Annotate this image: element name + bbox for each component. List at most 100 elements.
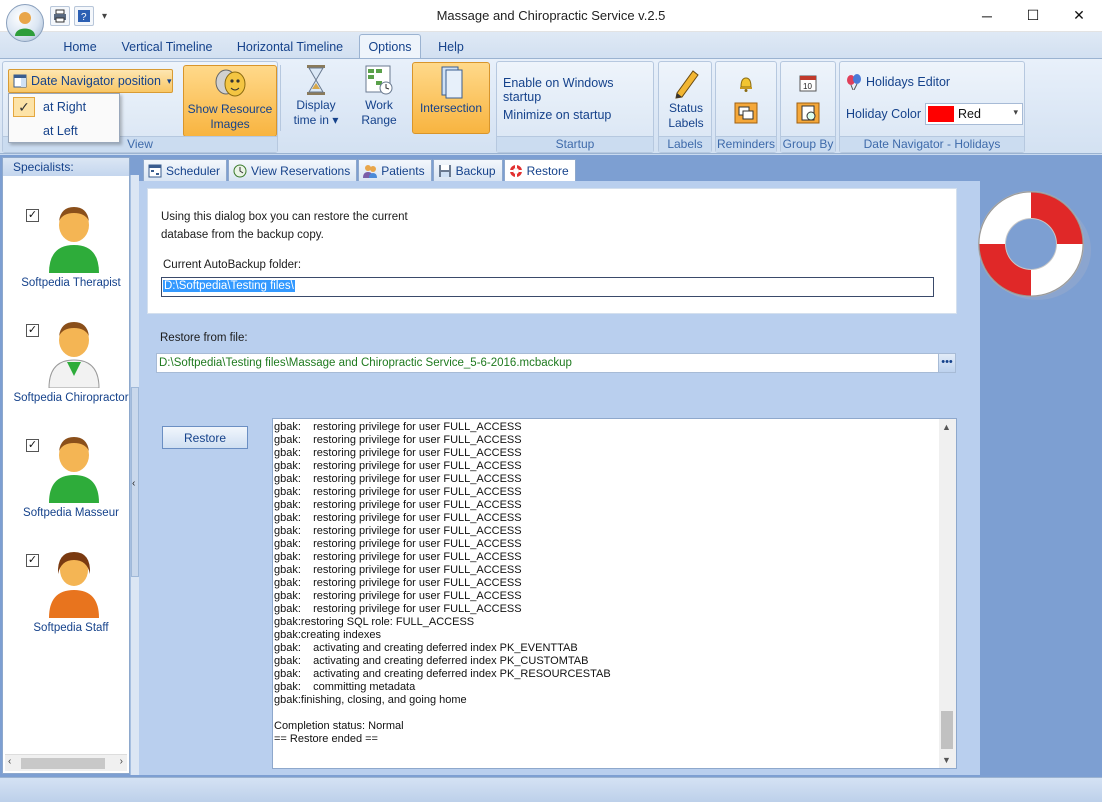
log-line: gbak: restoring privilege for user FULL_… <box>274 421 522 433</box>
balloons-icon <box>847 74 861 90</box>
checkmark-icon: ✓ <box>13 97 35 117</box>
restore-button[interactable]: Restore <box>162 426 248 449</box>
enable-windows-startup-button[interactable]: Enable on Windows startup <box>503 76 653 104</box>
masseur-avatar-icon <box>49 437 99 503</box>
log-line: gbak: restoring privilege for user FULL_… <box>274 538 522 550</box>
calendar-icon[interactable]: 10 <box>799 74 817 92</box>
specialist-checkbox[interactable]: ✓ <box>26 209 39 222</box>
specialist-name: Softpedia Chiropractor <box>13 392 129 404</box>
tab-options[interactable]: Options <box>359 34 421 58</box>
log-line: gbak: restoring privilege for user FULL_… <box>274 512 522 524</box>
tab-help[interactable]: Help <box>429 36 473 58</box>
scroll-left-icon[interactable]: ‹ <box>8 756 11 767</box>
hourglass-icon <box>307 65 325 95</box>
holidays-editor-label: Holidays Editor <box>866 75 951 89</box>
restore-log[interactable]: gbak: restoring privilege for user FULL_… <box>272 418 957 769</box>
patients-icon <box>363 164 378 178</box>
specialist-item[interactable]: ✓ Softpedia Therapist <box>3 198 129 310</box>
tab-horizontal-timeline[interactable]: Horizontal Timeline <box>228 36 352 58</box>
panel-splitter[interactable]: ‹ <box>130 175 139 775</box>
autobackup-folder-label: Current AutoBackup folder: <box>163 259 302 271</box>
browse-file-button[interactable]: ••• <box>938 354 955 372</box>
specialists-horizontal-scrollbar[interactable]: ‹ › <box>5 754 127 771</box>
intersection-button[interactable]: Intersection <box>412 62 490 134</box>
group-by-group: 10 Group By <box>780 61 836 153</box>
scroll-down-icon[interactable]: ▼ <box>942 755 951 765</box>
log-line: gbak: activating and creating deferred i… <box>274 668 611 680</box>
work-range-button[interactable]: Work Range <box>352 62 406 132</box>
maximize-button[interactable]: ☐ <box>1010 0 1056 31</box>
windows-cascade-icon[interactable] <box>734 102 758 124</box>
restore-from-file-field[interactable]: D:\Softpedia\Testing files\Massage and C… <box>156 353 956 373</box>
ribbon-tab-strip: Home Vertical Timeline Horizontal Timeli… <box>0 32 1102 58</box>
specialists-panel: Specialists: ✓ Softpedia Therapist ✓ Sof… <box>2 157 130 774</box>
date-navigator-icon <box>13 74 27 88</box>
lifebuoy-icon <box>509 164 522 177</box>
log-line: gbak:finishing, closing, and going home <box>274 694 467 706</box>
chevron-down-icon: ▾ <box>166 75 172 86</box>
specialist-checkbox[interactable]: ✓ <box>26 439 39 452</box>
main-area: Specialists: ✓ Softpedia Therapist ✓ Sof… <box>0 155 1102 777</box>
collapse-left-icon[interactable]: ‹ <box>132 478 135 489</box>
spreadsheet-icon <box>365 65 393 95</box>
minimize-on-startup-button[interactable]: Minimize on startup <box>503 108 611 122</box>
labels-group-label: Labels <box>659 136 711 152</box>
holiday-color-label: Holiday Color <box>846 107 922 121</box>
autobackup-folder-field[interactable]: D:\Softpedia\Testing files\ <box>161 277 934 297</box>
scroll-thumb[interactable] <box>941 711 953 749</box>
close-button[interactable]: ✕ <box>1056 0 1102 31</box>
status-labels-button[interactable]: Status Labels <box>661 65 711 135</box>
specialists-header: Specialists: <box>3 158 129 176</box>
display-time-in-button[interactable]: Display time in ▾ <box>286 62 346 132</box>
user-icon <box>15 12 35 36</box>
specialist-item[interactable]: ✓ Softpedia Staff <box>3 543 129 655</box>
bell-icon[interactable] <box>738 74 754 92</box>
tab-backup[interactable]: Backup <box>432 159 503 181</box>
menu-item-at-left[interactable]: at Left <box>9 119 119 143</box>
date-navigator-position-button[interactable]: Date Navigator position ▾ <box>8 69 173 93</box>
title-bar: ? ▾ Massage and Chiropractic Service v.2… <box>0 0 1102 32</box>
log-line: gbak: restoring privilege for user FULL_… <box>274 499 522 511</box>
tab-restore[interactable]: Restore <box>503 159 576 181</box>
scroll-right-icon[interactable]: › <box>120 756 123 767</box>
window-title: Massage and Chiropractic Service v.2.5 <box>436 8 666 23</box>
specialist-name: Softpedia Therapist <box>21 277 121 289</box>
scroll-up-icon[interactable]: ▲ <box>942 422 951 432</box>
holiday-color-swatch <box>928 106 954 122</box>
group-by-date-icon[interactable] <box>796 102 820 124</box>
tab-patients[interactable]: Patients <box>358 159 432 181</box>
menu-item-at-right[interactable]: ✓ at Right <box>9 95 119 119</box>
tab-vertical-timeline[interactable]: Vertical Timeline <box>114 36 220 58</box>
specialist-checkbox[interactable]: ✓ <box>26 554 39 567</box>
reminders-group-label: Reminders <box>716 136 776 152</box>
log-line: gbak: restoring privilege for user FULL_… <box>274 447 522 459</box>
specialist-item[interactable]: ✓ Softpedia Masseur <box>3 428 129 540</box>
minimize-button[interactable]: ─ <box>964 0 1010 31</box>
display-time-in-label: Display time in <box>293 98 336 127</box>
log-line: gbak:creating indexes <box>274 629 382 641</box>
intro-text-line1: Using this dialog box you can restore th… <box>161 211 408 223</box>
intro-text-line2: database from the backup copy. <box>161 229 324 241</box>
startup-group: Enable on Windows startup Minimize on st… <box>496 61 654 153</box>
log-line: gbak: restoring privilege for user FULL_… <box>274 577 522 589</box>
show-resource-images-button[interactable]: Show Resource Images <box>183 65 277 137</box>
specialist-checkbox[interactable]: ✓ <box>26 324 39 337</box>
tab-view-reservations[interactable]: View Reservations <box>228 159 358 181</box>
work-range-label: Work Range <box>361 98 397 127</box>
ribbon-divider <box>280 65 281 131</box>
intersection-label: Intersection <box>419 101 483 115</box>
restore-panel: Using this dialog box you can restore th… <box>139 181 980 775</box>
theater-masks-icon <box>215 69 246 97</box>
scroll-thumb[interactable] <box>21 758 105 769</box>
log-vertical-scrollbar[interactable]: ▲ ▼ <box>939 419 956 768</box>
tab-scheduler[interactable]: Scheduler <box>143 159 228 181</box>
holiday-color-select[interactable]: Red ▾ <box>925 103 1023 125</box>
tab-home[interactable]: Home <box>52 36 108 58</box>
log-line: Completion status: Normal <box>274 720 404 732</box>
date-navigator-holidays-group-label: Date Navigator - Holidays <box>840 136 1024 152</box>
restore-from-file-value: D:\Softpedia\Testing files\Massage and C… <box>159 357 572 369</box>
holidays-editor-button[interactable]: Holidays Editor <box>846 74 950 90</box>
specialist-item[interactable]: ✓ Softpedia Chiropractor <box>3 313 129 425</box>
app-menu-button[interactable] <box>6 4 44 42</box>
